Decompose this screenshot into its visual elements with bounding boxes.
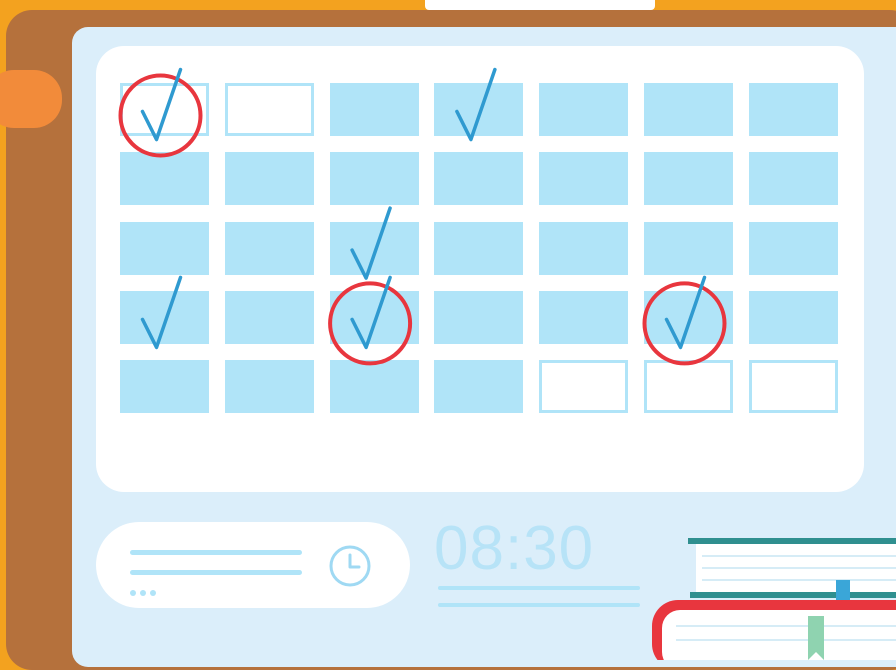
calendar-day-cell[interactable]: [539, 152, 629, 206]
calendar-day-cell[interactable]: [224, 83, 314, 136]
clip-icon: [0, 70, 62, 128]
calendar-day-cell[interactable]: [434, 83, 524, 136]
time-underline-2: [438, 603, 640, 607]
time-display: 08:30: [434, 514, 595, 583]
text-line-1: [130, 550, 302, 555]
calendar-day-cell[interactable]: [224, 152, 314, 206]
calendar-day-cell[interactable]: [224, 221, 314, 275]
calendar-day-cell[interactable]: [748, 152, 838, 206]
calendar-day-cell[interactable]: [644, 290, 733, 344]
calendar-day-cell[interactable]: [329, 360, 419, 414]
clock-icon: [329, 545, 371, 587]
calendar-day-cell[interactable]: [329, 152, 419, 206]
calendar-day-cell[interactable]: [120, 290, 209, 344]
calendar-day-cell[interactable]: [120, 83, 209, 136]
calendar-day-cell[interactable]: [224, 360, 314, 414]
calendar-day-cell[interactable]: [644, 221, 733, 275]
calendar-card: [96, 46, 864, 492]
calendar-day-cell[interactable]: [329, 221, 419, 275]
calendar-day-cell[interactable]: [644, 83, 733, 136]
dots-indicator: [130, 590, 160, 596]
calendar-day-cell[interactable]: [539, 290, 629, 344]
time-underline-1: [438, 586, 640, 590]
calendar-day-cell[interactable]: [748, 290, 838, 344]
calendar-day-cell[interactable]: [329, 290, 419, 344]
calendar-day-cell[interactable]: [434, 360, 524, 414]
calendar-day-cell[interactable]: [539, 83, 629, 136]
clock-card: [96, 522, 410, 608]
calendar-day-cell[interactable]: [120, 360, 209, 414]
calendar-day-cell[interactable]: [644, 360, 733, 414]
calendar-day-cell[interactable]: [120, 221, 209, 275]
calendar-day-cell[interactable]: [434, 221, 524, 275]
calendar-day-cell[interactable]: [329, 83, 419, 136]
calendar-day-cell[interactable]: [748, 83, 838, 136]
calendar-day-cell[interactable]: [748, 221, 838, 275]
calendar-day-cell[interactable]: [224, 290, 314, 344]
calendar-day-cell[interactable]: [539, 360, 629, 414]
calendar-day-cell[interactable]: [748, 360, 838, 414]
calendar-day-cell[interactable]: [644, 152, 733, 206]
text-line-2: [130, 570, 302, 575]
calendar-day-cell[interactable]: [434, 152, 524, 206]
calendar-day-cell[interactable]: [120, 152, 209, 206]
book-stack-icon: [652, 538, 896, 660]
calendar-day-cell[interactable]: [434, 290, 524, 344]
tablet-top-tab: [425, 0, 655, 10]
calendar-day-cell[interactable]: [539, 221, 629, 275]
